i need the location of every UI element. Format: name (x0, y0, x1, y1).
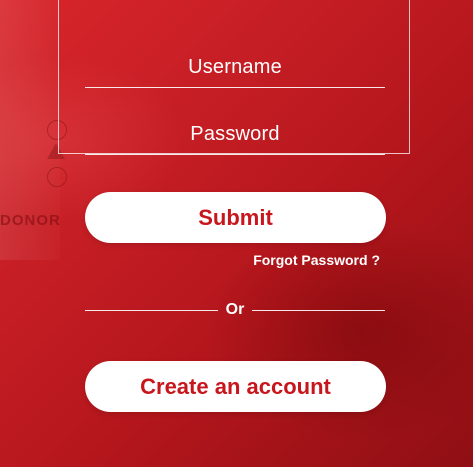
cross-symbol-icon (47, 167, 67, 187)
password-placeholder: Password (190, 122, 280, 145)
username-field[interactable]: Username (85, 47, 385, 88)
submit-button-label: Submit (198, 204, 273, 230)
password-field[interactable]: Password (85, 114, 385, 155)
forgot-password-link[interactable]: Forgot Password ? (253, 252, 380, 268)
divider-label: Or (225, 301, 245, 318)
submit-button[interactable]: Submit (85, 192, 386, 243)
username-placeholder: Username (188, 55, 282, 78)
create-account-button[interactable]: Create an account (85, 361, 386, 412)
background-watermark: DONOR (0, 212, 61, 229)
create-account-label: Create an account (140, 373, 331, 399)
or-divider: Or (85, 300, 386, 320)
divider-line-left (85, 309, 218, 311)
divider-line-right (252, 309, 386, 311)
